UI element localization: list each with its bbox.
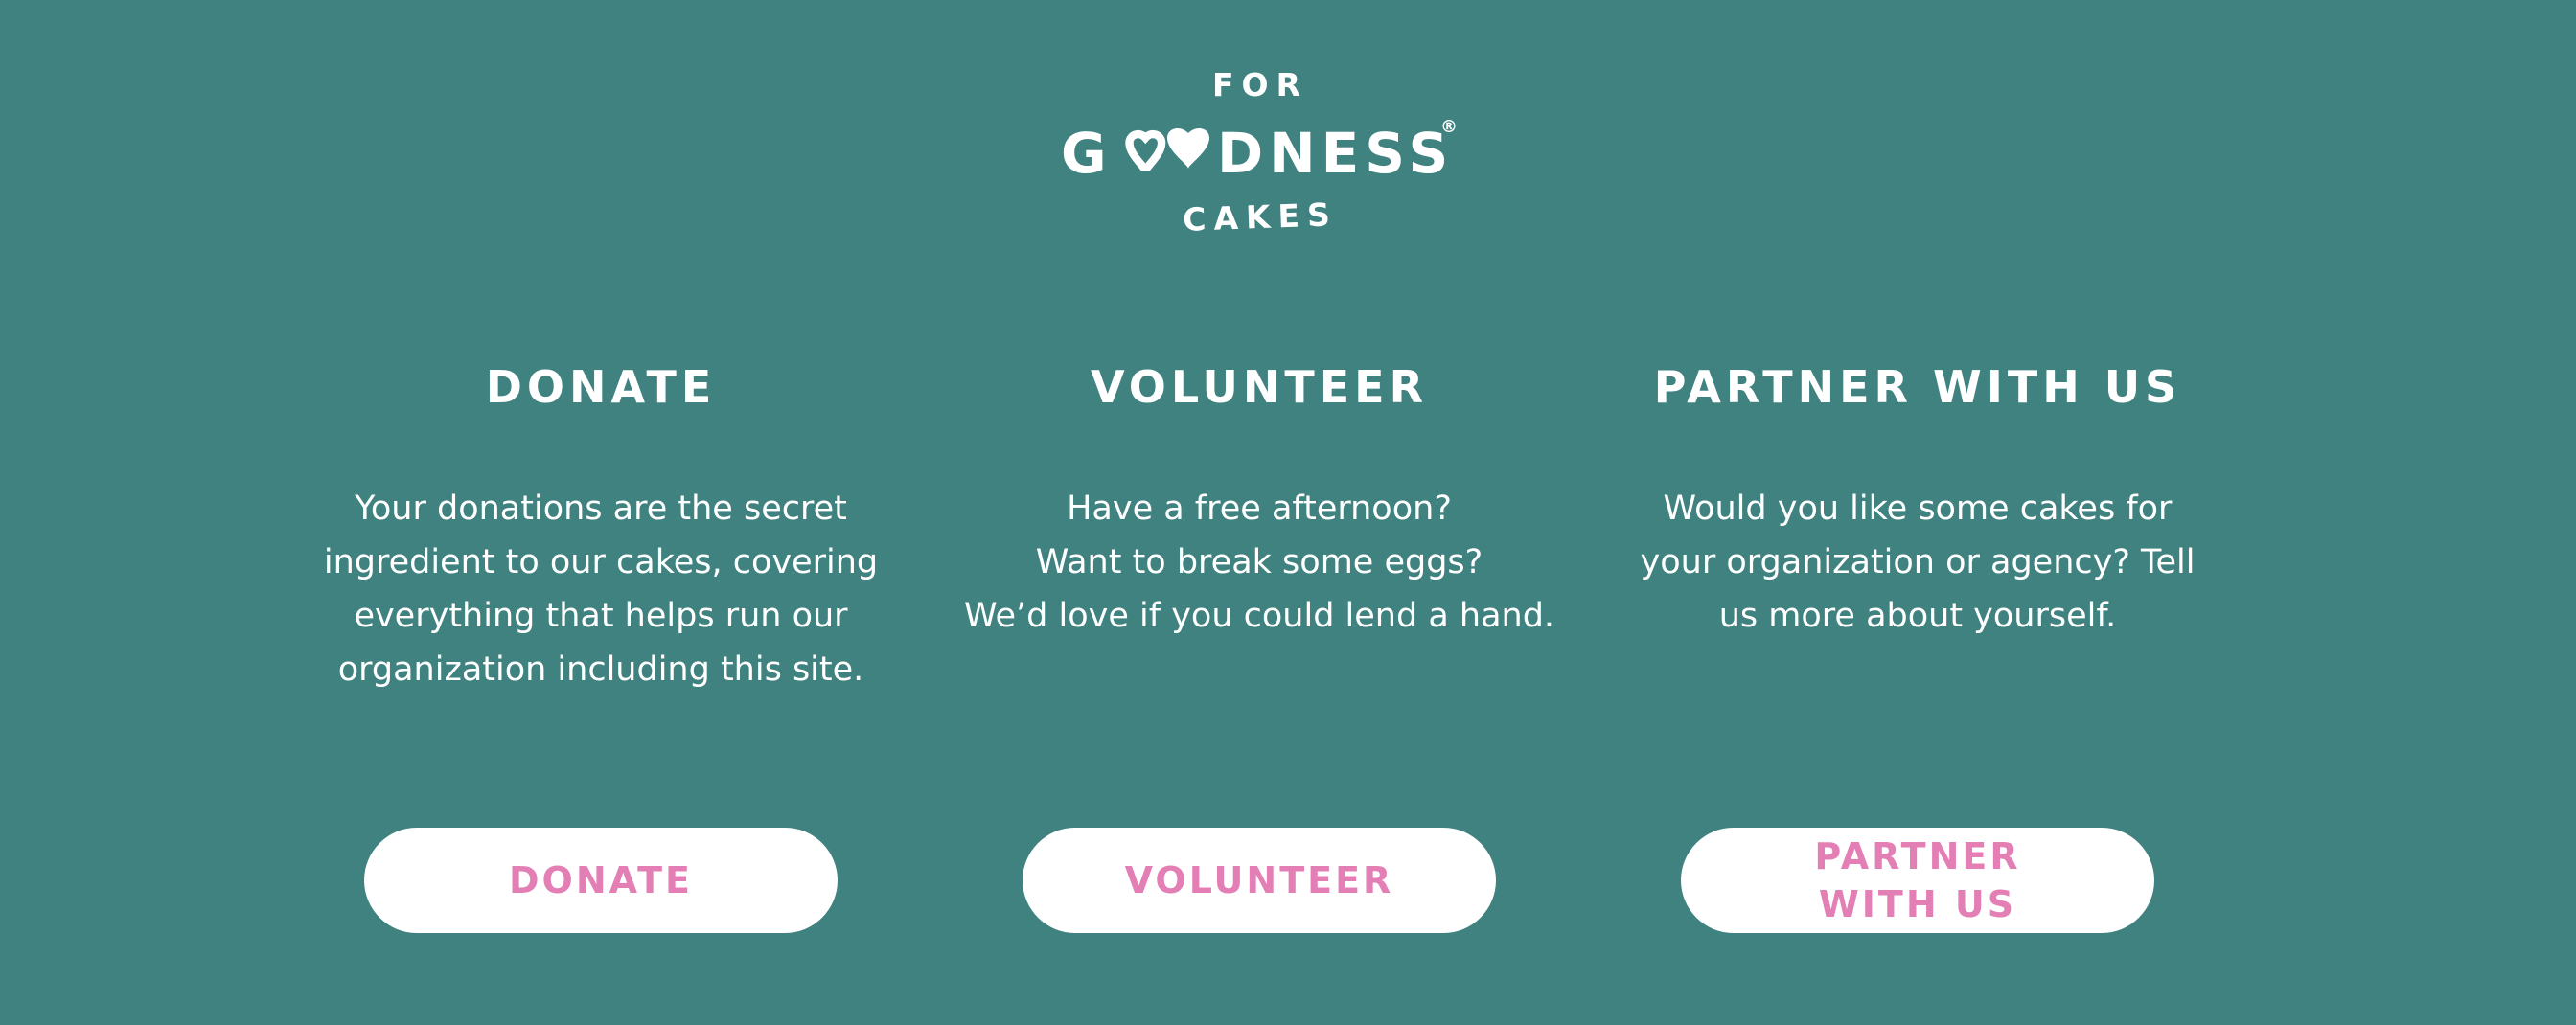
goodness-heart-wordmark: G DNESS xyxy=(1061,121,1454,182)
volunteer-heading: VOLUNTEER xyxy=(1090,361,1429,413)
partner-line: your organization or agency? Tell xyxy=(1640,543,2196,581)
brand-logo[interactable]: FOR G DNESS ® CAKES xyxy=(1059,56,1461,257)
partner-button-label-line-1: PARTNER xyxy=(1814,835,2021,877)
heart-filled-icon xyxy=(1167,127,1209,169)
volunteer-button-label: VOLUNTEER xyxy=(1124,859,1394,901)
logo-word-goodness: G DNESS ® xyxy=(1059,115,1461,182)
donate-heading: DONATE xyxy=(485,361,717,413)
heart-outline-icon xyxy=(1125,129,1166,172)
logo-letters-dness: DNESS xyxy=(1217,121,1454,182)
volunteer-button[interactable]: VOLUNTEER xyxy=(1023,828,1496,933)
partner-with-us-button[interactable]: PARTNER WITH US xyxy=(1681,828,2154,933)
volunteer-line: We’d love if you could lend a hand. xyxy=(963,597,1555,635)
donate-line: organization including this site. xyxy=(337,650,864,689)
registered-mark: ® xyxy=(1440,117,1458,137)
partner-line: us more about yourself. xyxy=(1718,597,2117,635)
volunteer-line: Have a free afternoon? xyxy=(1067,490,1452,528)
donate-line: everything that helps run our xyxy=(354,597,848,635)
partner-line: Would you like some cakes for xyxy=(1663,490,2173,528)
donate-line: ingredient to our cakes, covering xyxy=(323,543,879,581)
donate-line: Your donations are the secret xyxy=(355,490,847,528)
volunteer-description: Have a free afternoon? Want to break som… xyxy=(953,482,1566,643)
logo-letter-g: G xyxy=(1061,121,1111,182)
partner-description: Would you like some cakes for your organ… xyxy=(1611,482,2224,643)
donate-button[interactable]: DONATE xyxy=(364,828,838,933)
partner-heading: PARTNER WITH US xyxy=(1653,361,2182,413)
donate-description: Your donations are the secret ingredient… xyxy=(294,482,908,696)
partner-button-label-line-2: WITH US xyxy=(1818,883,2017,925)
logo-word-for: FOR xyxy=(1211,66,1308,103)
logo-word-cakes: CAKES xyxy=(1182,195,1339,239)
volunteer-line: Want to break some eggs? xyxy=(1035,543,1484,581)
donate-button-label: DONATE xyxy=(509,859,693,901)
